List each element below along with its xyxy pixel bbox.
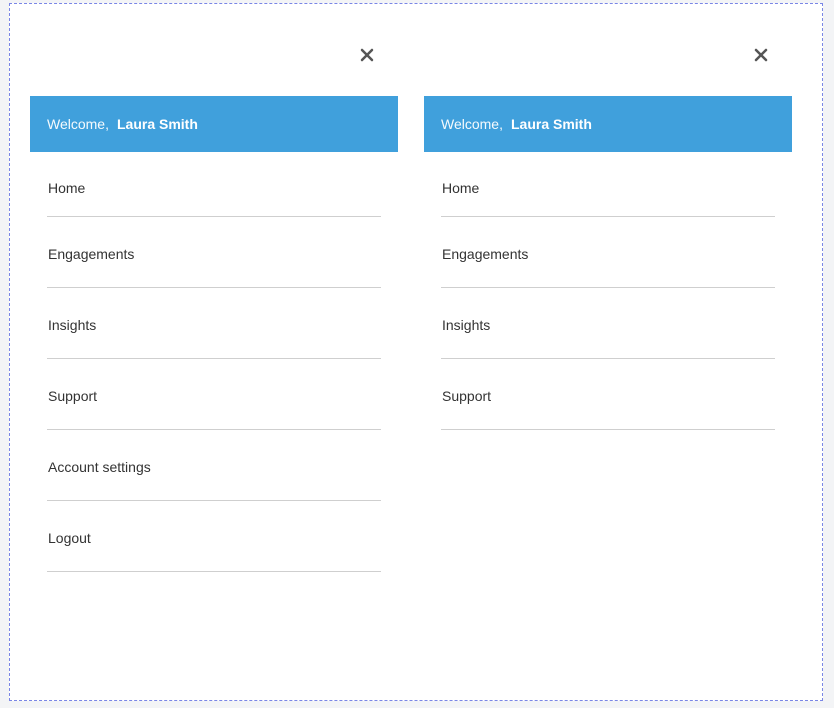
menu-item-account-settings[interactable]: Account settings bbox=[47, 430, 381, 501]
menu-item-label: Home bbox=[442, 180, 480, 196]
welcome-header: Welcome, Laura Smith bbox=[424, 96, 792, 152]
menu-item-home[interactable]: Home bbox=[441, 152, 775, 217]
welcome-label: Welcome, bbox=[47, 116, 109, 132]
close-button[interactable] bbox=[356, 44, 378, 66]
menu-item-label: Engagements bbox=[48, 246, 135, 262]
menu-item-label: Insights bbox=[48, 317, 97, 333]
nav-menu: Home Engagements Insights Support Accoun… bbox=[47, 152, 381, 572]
menu-item-label: Support bbox=[442, 388, 492, 404]
menu-item-logout[interactable]: Logout bbox=[47, 501, 381, 572]
menu-item-label: Support bbox=[48, 388, 98, 404]
menu-item-label: Account settings bbox=[48, 459, 151, 475]
menu-item-engagements[interactable]: Engagements bbox=[441, 217, 775, 288]
menu-item-support[interactable]: Support bbox=[47, 359, 381, 430]
menu-item-label: Logout bbox=[48, 530, 91, 546]
menu-panel-full: Welcome, Laura Smith Home Engagements In… bbox=[30, 4, 398, 700]
menu-item-insights[interactable]: Insights bbox=[47, 288, 381, 359]
menu-item-label: Insights bbox=[442, 317, 491, 333]
menu-panel-reduced: Welcome, Laura Smith Home Engagements In… bbox=[424, 4, 792, 700]
close-button[interactable] bbox=[750, 44, 772, 66]
mobile-menu-preview-frame: Welcome, Laura Smith Home Engagements In… bbox=[9, 3, 823, 701]
welcome-header: Welcome, Laura Smith bbox=[30, 96, 398, 152]
close-icon bbox=[754, 48, 768, 62]
menu-item-insights[interactable]: Insights bbox=[441, 288, 775, 359]
close-icon bbox=[360, 48, 374, 62]
menu-item-home[interactable]: Home bbox=[47, 152, 381, 217]
welcome-label: Welcome, bbox=[441, 116, 503, 132]
menu-item-label: Home bbox=[48, 180, 86, 196]
user-name: Laura Smith bbox=[116, 116, 198, 132]
menu-item-support[interactable]: Support bbox=[441, 359, 775, 430]
nav-menu: Home Engagements Insights Support bbox=[441, 152, 775, 430]
menu-item-engagements[interactable]: Engagements bbox=[47, 217, 381, 288]
user-name: Laura Smith bbox=[510, 116, 592, 132]
menu-item-label: Engagements bbox=[442, 246, 529, 262]
